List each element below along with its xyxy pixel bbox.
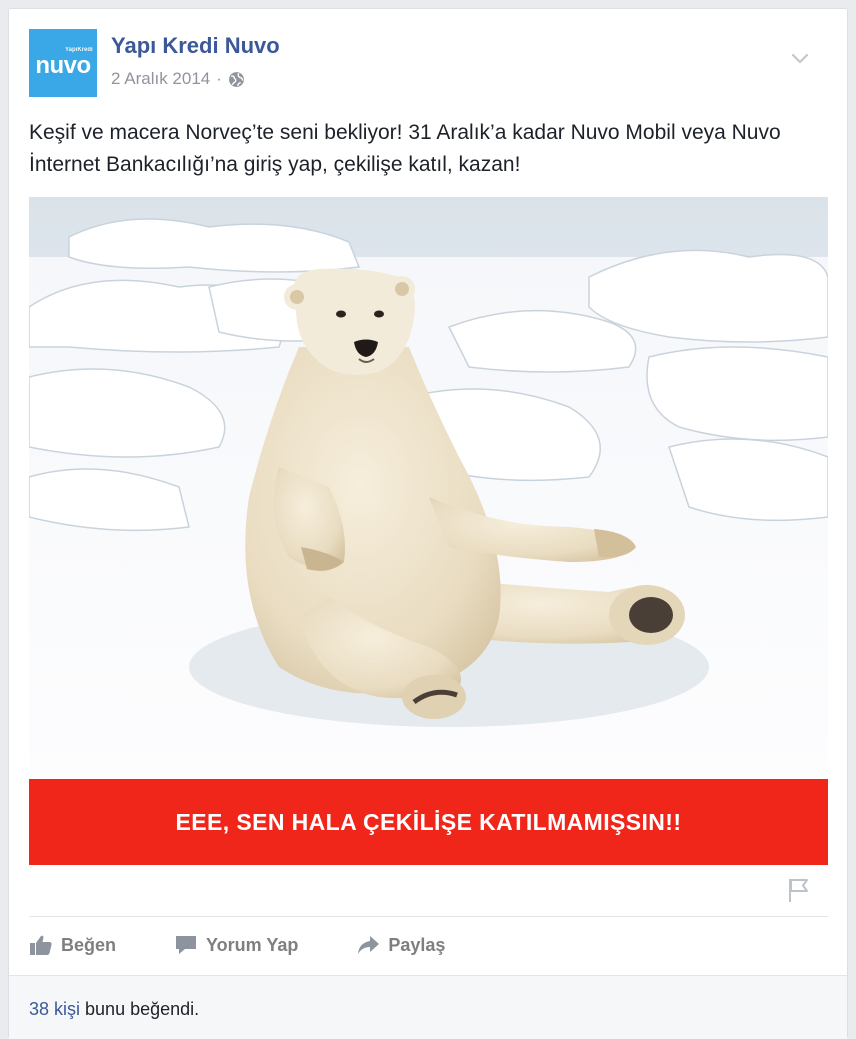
comment-icon (176, 936, 197, 954)
avatar-small-text: YapıKredi (65, 47, 93, 53)
actions-divider (29, 916, 828, 917)
chevron-down-icon[interactable] (791, 53, 809, 65)
like-button[interactable]: Beğen (29, 934, 116, 956)
likes-count-link[interactable]: 38 kişi (29, 999, 80, 1019)
action-bar: Beğen Yorum Yap Paylaş (29, 925, 503, 965)
post-photo[interactable] (29, 197, 828, 779)
comment-label: Yorum Yap (206, 934, 299, 955)
polar-bear-photo (29, 197, 828, 779)
image-banner: EEE, SEN HALA ÇEKİLİŞE KATILMAMIŞSIN!! (29, 779, 828, 865)
page-name-link[interactable]: Yapı Kredi Nuvo (111, 33, 280, 59)
likes-text: 38 kişi bunu beğendi. (29, 999, 199, 1020)
likes-summary: 38 kişi bunu beğendi. (9, 975, 847, 1039)
thumbs-up-icon (30, 935, 52, 955)
like-label: Beğen (61, 934, 117, 955)
share-label: Paylaş (388, 934, 446, 955)
post-card: YapıKredi nuvo Yapı Kredi Nuvo 2 Aralık … (8, 8, 848, 1039)
meta-separator: · (216, 69, 222, 88)
likes-suffix: bunu beğendi. (80, 999, 200, 1019)
post-date[interactable]: 2 Aralık 2014 (111, 69, 210, 89)
share-button[interactable]: Paylaş (356, 934, 445, 956)
comment-button[interactable]: Yorum Yap (174, 934, 298, 956)
post-meta: 2 Aralık 2014 · (111, 69, 245, 89)
globe-icon[interactable] (228, 71, 245, 88)
avatar-brand-text: nuvo (35, 52, 91, 79)
post-text: Keşif ve macera Norveç’te seni bekliyor!… (29, 121, 781, 176)
page-avatar[interactable]: YapıKredi nuvo (29, 29, 97, 97)
share-icon (358, 936, 380, 954)
flag-icon[interactable] (787, 877, 811, 903)
post-header: YapıKredi nuvo Yapı Kredi Nuvo 2 Aralık … (29, 29, 829, 97)
